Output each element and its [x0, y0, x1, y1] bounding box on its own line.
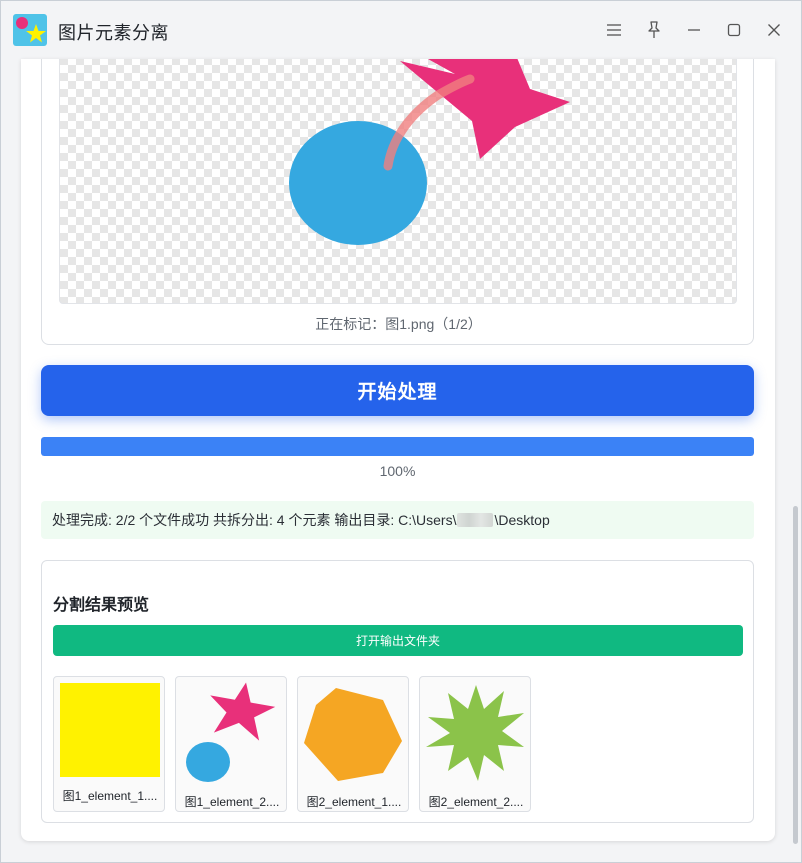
close-button[interactable] — [762, 18, 786, 42]
marking-canvas[interactable] — [59, 59, 737, 304]
marking-status-text: 正在标记：图1.png（1/2） — [315, 316, 482, 332]
preview-thumbnail-label: 图2_element_1.... — [306, 795, 402, 809]
green-burst-star-image — [426, 685, 524, 781]
preview-thumbnail-4[interactable]: 图2_element_2.... — [419, 676, 531, 812]
app-window: 图片元素分离 正在标记：图1.png（1/2） 开始处理 100% 处理完成: … — [0, 0, 802, 863]
canvas-drawing — [289, 59, 570, 245]
preview-thumbnail-2[interactable]: 图1_element_2.... — [175, 676, 287, 812]
minimize-icon — [688, 29, 700, 31]
title-bar[interactable]: 图片元素分离 — [1, 1, 801, 59]
window-title: 图片元素分离 — [58, 23, 169, 43]
main-content: 正在标记：图1.png（1/2） 开始处理 100% 处理完成: 2/2 个文件… — [21, 59, 775, 841]
result-message: 处理完成: 2/2 个文件成功 共拆分出: 4 个元素 输出目录: C:\Use… — [41, 501, 754, 539]
star-and-circle-image — [186, 682, 276, 782]
pin-button[interactable] — [642, 18, 666, 42]
result-message-prefix: 处理完成: 2/2 个文件成功 共拆分出: 4 个元素 输出目录: C:\Use… — [52, 512, 457, 528]
preview-thumbnail-3[interactable]: 图2_element_1.... — [297, 676, 409, 812]
orange-hexagon-image — [304, 688, 402, 781]
yellow-square-image — [60, 683, 160, 777]
preview-thumbnail-1[interactable]: 图1_element_1.... — [53, 676, 165, 812]
preview-thumbnail-label: 图1_element_1.... — [62, 789, 158, 803]
preview-card: 分割结果预览 打开输出文件夹 图1_element_1.... 图1_eleme… — [41, 560, 754, 823]
preview-title: 分割结果预览 — [53, 597, 150, 614]
redacted-username — [457, 513, 494, 527]
open-output-folder-button[interactable]: 打开输出文件夹 — [53, 625, 743, 656]
menu-icon — [607, 24, 621, 36]
progress-bar — [41, 437, 754, 456]
progress-percent-text: 100% — [379, 463, 416, 479]
close-icon — [768, 24, 780, 36]
marking-canvas-card: 正在标记：图1.png（1/2） — [41, 59, 754, 345]
canvas-blue-circle — [289, 121, 427, 245]
preview-thumbnail-label: 图2_element_2.... — [428, 795, 524, 809]
scrollbar-thumb[interactable] — [793, 506, 798, 844]
progress-fill — [41, 437, 754, 456]
app-logo-icon — [13, 14, 47, 46]
menu-button[interactable] — [602, 18, 626, 42]
minimize-button[interactable] — [682, 18, 706, 42]
preview-thumbnail-label: 图1_element_2.... — [184, 795, 280, 809]
pin-icon — [648, 21, 660, 38]
start-processing-button[interactable]: 开始处理 — [41, 365, 754, 416]
result-message-suffix: \Desktop — [494, 512, 550, 528]
maximize-button[interactable] — [722, 18, 746, 42]
maximize-icon — [727, 23, 741, 37]
